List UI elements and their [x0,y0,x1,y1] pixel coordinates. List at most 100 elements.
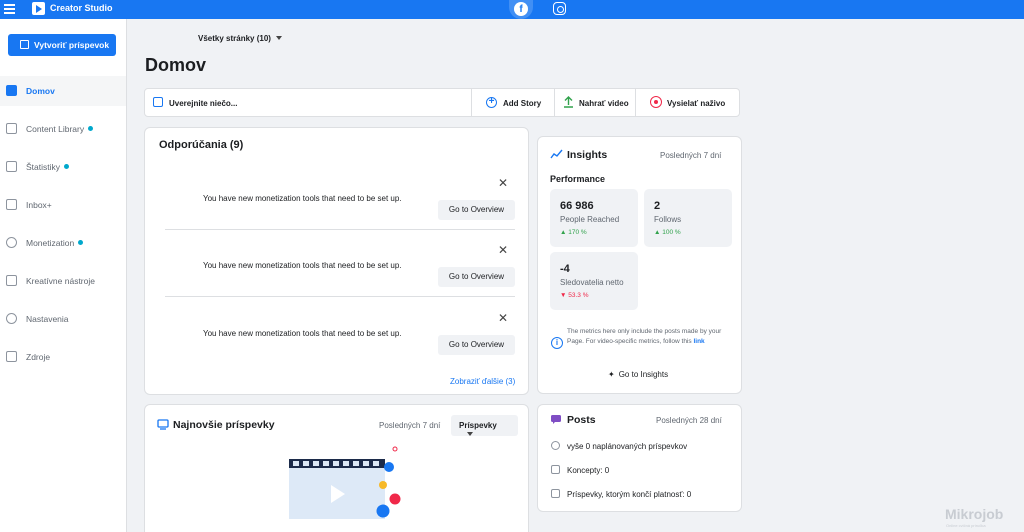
live-broadcast-icon [650,96,662,108]
add-story-button[interactable]: + Add Story [472,89,554,116]
recommendation-message: You have new monetization tools that nee… [203,329,402,338]
notification-dot [88,126,94,131]
sidebar: Vytvoriť príspevok Domov Content Library… [0,19,127,532]
sparkle-icon: ✦ [608,370,615,379]
post-composer: Uverejnite niečo... + Add Story Nahrať v… [144,88,740,117]
show-more-link[interactable]: Zobraziť ďalšie (3) [450,377,515,386]
posts-title: Posts [567,414,596,426]
instagram-icon[interactable] [553,2,566,15]
sidebar-item-label: Zdroje [26,352,51,362]
caret-down-icon [275,36,282,40]
draft-icon [551,465,560,474]
close-icon[interactable]: ✕ [498,243,508,257]
sidebar-item-monetization[interactable]: Monetization [0,228,126,258]
sidebar-item-zdroje[interactable]: Zdroje [0,342,126,372]
top-bar: Creator Studio f [0,0,1024,19]
creator-studio-logo-icon [32,2,45,15]
library-icon [6,123,17,134]
divider [165,296,515,297]
drafts-line: Koncepty: 0 [551,465,609,475]
sidebar-item-label: Nastavenia [26,314,69,324]
latest-posts-card: Najnovšie príspevky Posledných 7 dní Prí… [144,404,529,532]
latest-posts-title: Najnovšie príspevky [173,419,275,431]
go-live-label: Vysielať naživo [667,99,726,108]
metric-value: -4 [560,263,570,275]
recommendation-message: You have new monetization tools that nee… [203,194,402,203]
empty-posts-illustration [289,446,401,519]
sidebar-item-kreativne-nastroje[interactable]: Kreatívne nástroje [0,266,126,296]
home-icon [6,85,17,96]
insights-trend-icon [550,149,563,159]
posts-stack-icon [157,419,169,430]
caret-down-icon [467,432,473,436]
scheduled-posts-line: vyše 0 naplánovaných príspevkov [551,441,687,451]
upload-icon [564,96,573,108]
sidebar-item-domov[interactable]: Domov [0,76,126,106]
tools-icon [6,275,17,286]
latest-posts-period: Posledných 7 dní [379,421,441,430]
facebook-tab[interactable]: f [509,0,533,19]
metric-value: 66 986 [560,200,594,212]
composer-placeholder: Uverejnite niečo... [169,99,238,108]
posts-period: Posledných 28 dní [656,416,722,425]
recommendations-card: Odporúčania (9) You have new monetizatio… [144,127,529,395]
go-to-overview-button[interactable]: Go to Overview [438,267,515,287]
info-icon: i [551,337,563,349]
notification-dot [64,164,70,169]
close-icon[interactable]: ✕ [498,176,508,190]
sidebar-item-label: Domov [26,86,55,96]
go-to-overview-button[interactable]: Go to Overview [438,200,515,220]
insights-card: Insights Posledných 7 dní Performance 66… [537,136,742,394]
metric-label: Follows [654,215,682,224]
edit-icon [20,40,29,49]
page-title: Domov [145,55,207,75]
watermark-tagline: Online cvičná príručka [946,523,986,528]
go-to-overview-button[interactable]: Go to Overview [438,335,515,355]
inbox-icon [6,199,17,210]
performance-heading: Performance [550,174,606,184]
insights-title: Insights [567,149,608,161]
settings-icon [6,313,17,324]
metric-follows[interactable]: 2 Follows ▲ 100 % [644,189,732,247]
metric-people-reached[interactable]: 66 986 People Reached ▲ 170 % [550,189,638,247]
metric-change: ▼ 53.3 % [560,292,589,299]
metric-change: ▲ 100 % [654,229,681,236]
go-to-insights-button[interactable]: ✦ Go to Insights [608,370,668,379]
hamburger-menu-icon[interactable] [4,4,15,14]
go-to-insights-label: Go to Insights [618,370,669,379]
sidebar-item-label: Štatistiky [26,162,70,172]
metric-label: People Reached [560,215,620,224]
page-selector-dropdown[interactable]: Všetky stránky (10) [192,30,288,48]
chart-icon [6,161,17,172]
sidebar-item-label: Inbox+ [26,200,52,210]
sidebar-item-inbox[interactable]: Inbox+ [0,190,126,220]
posts-filter-dropdown[interactable]: Príspevky [451,415,518,436]
create-post-button[interactable]: Vytvoriť príspevok [8,34,116,56]
app-title: Creator Studio [50,3,113,13]
go-live-button[interactable]: Vysielať naživo [636,89,739,116]
posts-filter-label: Príspevky [459,421,497,430]
create-post-input[interactable]: Uverejnite niečo... [145,89,471,116]
recommendation-item: You have new monetization tools that nee… [165,307,515,375]
sidebar-item-label: Kreatívne nástroje [26,276,95,286]
notification-dot [78,240,84,245]
recommendation-message: You have new monetization tools that nee… [203,261,402,270]
expiring-posts-line: Príspevky, ktorým končí platnosť: 0 [551,489,691,499]
metric-change: ▲ 170 % [560,229,587,236]
insights-period: Posledných 7 dní [660,151,722,160]
add-story-label: Add Story [503,99,542,108]
sidebar-item-nastavenia[interactable]: Nastavenia [0,304,126,334]
metric-net-followers[interactable]: -4 Sledovatelia netto ▼ 53.3 % [550,252,638,310]
dollar-icon [6,237,17,248]
facebook-icon: f [514,2,528,16]
insights-note-link[interactable]: link [693,338,704,345]
close-icon[interactable]: ✕ [498,311,508,325]
sidebar-item-content-library[interactable]: Content Library [0,114,126,144]
metric-value: 2 [654,200,661,212]
insights-note: The metrics here only include the posts … [567,328,722,345]
upload-video-button[interactable]: Nahrať video [555,89,635,116]
create-post-label: Vytvoriť príspevok [34,40,110,50]
divider [165,229,515,230]
expiring-icon [551,489,560,498]
sidebar-item-statistiky[interactable]: Štatistiky [0,152,126,182]
